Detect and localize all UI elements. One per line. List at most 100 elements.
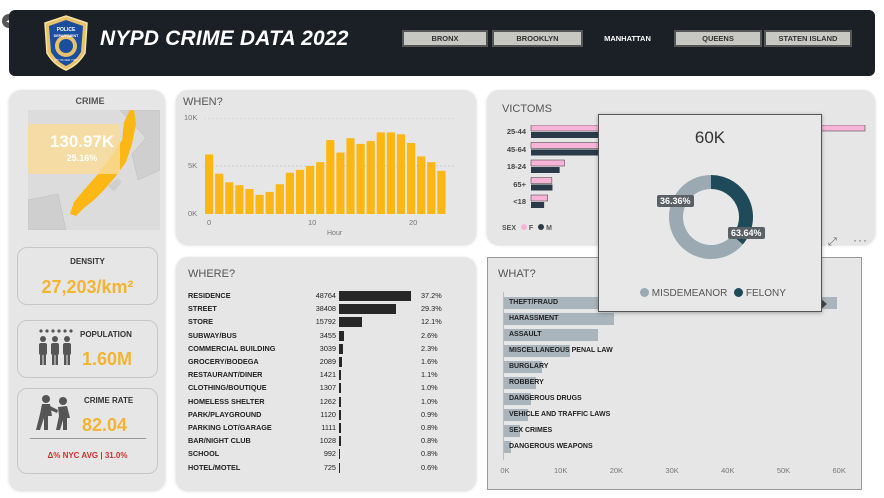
legend-m-dot (538, 224, 545, 230)
borough-button-bronx[interactable]: BRONX (402, 30, 488, 47)
hour-bar-19[interactable] (396, 134, 406, 214)
where-row-count: 1262 (319, 396, 336, 406)
hour-bar-18[interactable] (386, 132, 395, 214)
what-bar-label: DANGEROUS WEAPONS (509, 443, 593, 450)
hour-bar-20[interactable] (407, 142, 416, 214)
hour-bar-2[interactable] (225, 182, 234, 214)
what-xtick: 60K (832, 466, 846, 475)
what-bar-label: DANGEROUS DRUGS (509, 395, 582, 402)
where-row-pct: 0.8% (421, 423, 438, 432)
where-row-count: 2089 (319, 357, 336, 366)
where-row-pct: 1.6% (421, 357, 438, 366)
where-row-pct: 2.6% (421, 330, 438, 340)
what-xtick: 10K (554, 466, 568, 475)
victims-bar-m-3[interactable] (531, 184, 553, 191)
where-row[interactable]: HOMELESS SHELTER 1262 1.0% (188, 396, 470, 408)
legend-felony-dot (734, 288, 744, 297)
where-row[interactable]: SUBWAY/BUS 3455 2.6% (188, 330, 470, 342)
victims-bar-f-4[interactable] (530, 194, 548, 202)
what-xtick: 40K (721, 466, 735, 475)
hour-bar-6[interactable] (265, 191, 274, 214)
when-xlabel: Hour (327, 230, 343, 237)
hour-bar-4[interactable] (245, 189, 254, 214)
svg-text:POLICE: POLICE (57, 27, 76, 33)
where-row[interactable]: BAR/NIGHT CLUB 1028 0.8% (188, 435, 470, 447)
hour-bar-0[interactable] (205, 154, 214, 214)
hour-bar-23[interactable] (437, 170, 446, 214)
victims-title: VICTOMS (502, 103, 552, 115)
hour-bar-15[interactable] (356, 143, 365, 214)
svg-text:DEPARTMENT: DEPARTMENT (54, 34, 79, 38)
crime-card-title: CRIME (75, 96, 105, 106)
where-row[interactable]: RESTAURANT/DINER 1421 1.1% (188, 369, 470, 381)
borough-button-staten-island[interactable]: STATEN ISLAND (764, 30, 852, 47)
hour-bar-3[interactable] (235, 185, 244, 214)
legend-misdemeanor-label: MISDEMEANOR (651, 288, 728, 299)
where-row-label: BAR/NIGHT CLUB (188, 436, 251, 446)
more-options-icon[interactable]: ··· (853, 234, 871, 248)
hour-bar-14[interactable] (346, 138, 355, 214)
where-row-bar (339, 330, 345, 341)
where-row[interactable]: HOTEL/MOTEL 725 0.6% (188, 462, 470, 474)
where-row[interactable]: GROCERY/BODEGA 2089 1.6% (188, 356, 470, 368)
people-group-icon (35, 328, 77, 368)
victims-age-label: 18-24 (506, 162, 526, 171)
victims-bar-f-2[interactable] (530, 159, 565, 167)
legend-f-dot (520, 224, 527, 230)
borough-button-brooklyn[interactable]: BROOKLYN (492, 30, 583, 47)
where-row[interactable]: RESIDENCE 48764 37.2% (188, 290, 470, 302)
hour-bar-10[interactable] (306, 166, 315, 214)
where-row-label: SUBWAY/BUS (188, 330, 237, 340)
hour-bar-21[interactable] (417, 156, 426, 214)
where-row[interactable]: PARKING LOT/GARAGE 1111 0.8% (188, 422, 470, 434)
tooltip-total: 60K (694, 128, 726, 147)
hour-bar-12[interactable] (326, 140, 335, 214)
hour-bar-9[interactable] (295, 169, 305, 214)
where-row[interactable]: CLOTHING/BOUTIQUE 1307 1.0% (188, 382, 470, 394)
where-row[interactable]: STORE 15792 12.1% (188, 316, 470, 328)
where-row-bar (339, 449, 341, 460)
when-xtick-10: 10 (308, 218, 317, 227)
where-row-bar (339, 317, 363, 328)
hour-bar-16[interactable] (366, 141, 375, 214)
where-row[interactable]: STREET 38408 29.3% (188, 303, 470, 315)
focus-mode-icon[interactable]: ⤢ (828, 236, 842, 248)
where-row-pct: 0.9% (421, 409, 438, 419)
when-xtick-20: 20 (409, 218, 418, 227)
what-bar-label: MISCELLANEOUS PENAL LAW (509, 347, 613, 354)
hour-bar-13[interactable] (336, 152, 345, 214)
arrest-icon (34, 394, 74, 432)
population-value: 1.60M (82, 349, 133, 369)
hour-bar-8[interactable] (285, 172, 294, 214)
victims-bar-m-2[interactable] (531, 167, 560, 173)
hour-bar-22[interactable] (427, 162, 436, 214)
victims-bar-m-4[interactable] (531, 202, 545, 208)
crime-value: 130.97K (49, 132, 115, 151)
crime-rate-divider (30, 438, 146, 439)
what-bar-label: VEHICLE AND TRAFFIC LAWS (509, 411, 611, 418)
where-row-label: COMMERCIAL BUILDING (188, 343, 276, 353)
victims-age-label: 65+ (513, 179, 526, 189)
where-row-pct: 37.2% (421, 291, 442, 300)
hour-bar-7[interactable] (275, 184, 284, 214)
manhattan-map (27, 109, 161, 231)
borough-button-manhattan[interactable]: MANHATTAN (583, 30, 672, 47)
hour-bar-1[interactable] (215, 173, 224, 214)
where-row[interactable]: SCHOOL 992 0.8% (188, 448, 470, 460)
where-row[interactable]: PARK/PLAYGROUND 1120 0.9% (188, 409, 470, 421)
what-bar-label: ROBBERY (509, 379, 544, 386)
victims-bar-f-3[interactable] (530, 177, 553, 184)
what-xtick: 30K (665, 466, 679, 475)
nypd-logo: POLICE DEPARTMENT CITY OF NEW YORK (43, 15, 89, 71)
hour-bar-17[interactable] (376, 132, 385, 214)
where-row-pct: 1.0% (421, 396, 438, 406)
where-row-bar (339, 291, 411, 301)
where-row-bar (339, 370, 342, 381)
where-row-count: 1120 (320, 409, 336, 419)
hour-bar-5[interactable] (255, 194, 264, 214)
when-xtick-0: 0 (207, 218, 212, 227)
borough-button-queens[interactable]: QUEENS (674, 30, 762, 47)
hour-bar-11[interactable] (316, 162, 325, 214)
where-row[interactable]: COMMERCIAL BUILDING 3039 2.3% (188, 343, 470, 355)
legend-misdemeanor-dot (640, 288, 649, 297)
